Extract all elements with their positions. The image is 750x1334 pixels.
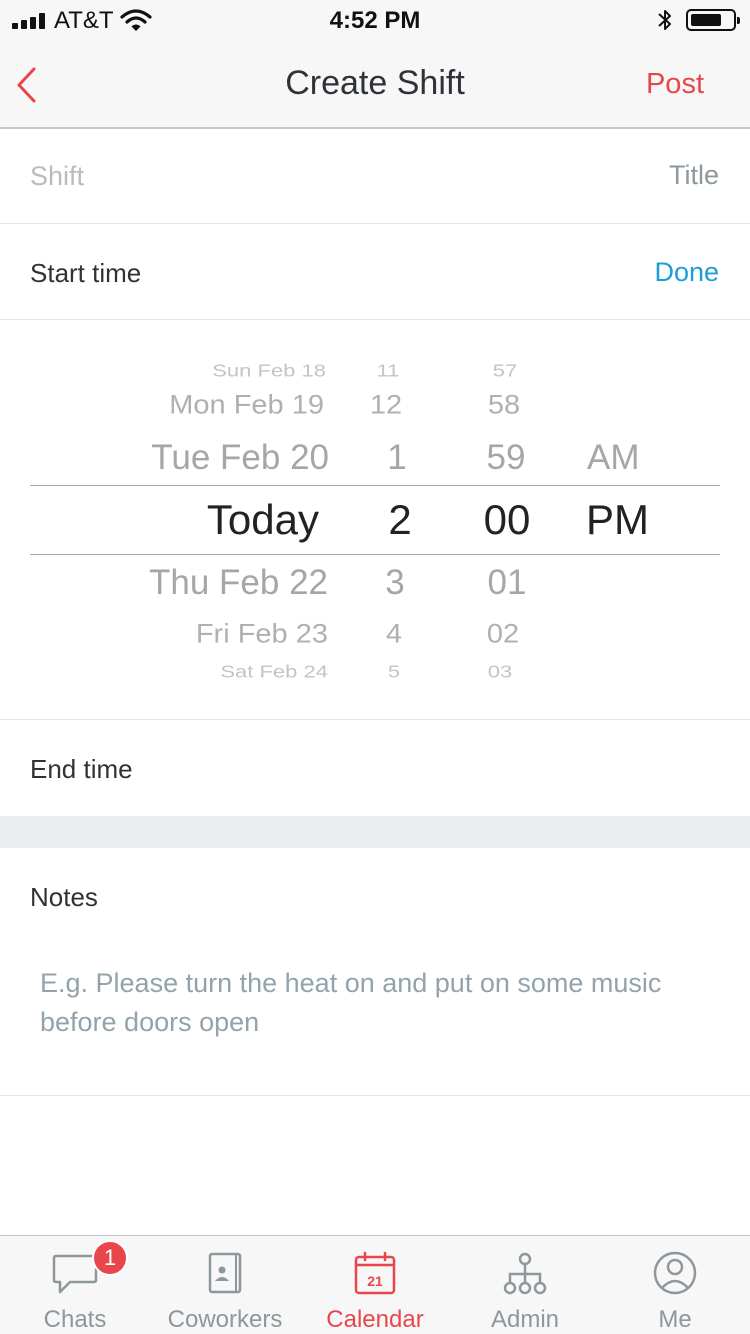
page-title: Create Shift: [285, 64, 465, 102]
picker-selection-bottom-line: [30, 554, 720, 555]
picker-day-selected[interactable]: Today: [207, 499, 319, 541]
tab-label: Coworkers: [167, 1306, 283, 1333]
shift-title-input[interactable]: [30, 155, 550, 197]
notes-section: Notes: [0, 848, 750, 1096]
picker-minute-option[interactable]: 59: [456, 440, 556, 475]
picker-hour-option[interactable]: 3: [350, 565, 440, 600]
status-time: 4:52 PM: [329, 7, 421, 34]
picker-minute-selected[interactable]: 00: [457, 499, 557, 541]
calendar-icon-day: 21: [367, 1273, 383, 1289]
end-time-label: End time: [30, 754, 133, 784]
picker-hour-option[interactable]: 5: [349, 663, 439, 681]
picker-hour-selected[interactable]: 2: [355, 499, 445, 541]
tab-label: Me: [658, 1306, 692, 1333]
tab-coworkers[interactable]: Coworkers: [150, 1236, 300, 1334]
tab-admin[interactable]: Admin: [450, 1236, 600, 1334]
title-label: Title: [668, 160, 719, 190]
tab-chats[interactable]: 1 Chats: [0, 1236, 150, 1334]
picker-minute-option[interactable]: 58: [454, 392, 554, 419]
picker-day-option[interactable]: Mon Feb 19: [169, 392, 324, 419]
picker-day-option[interactable]: Thu Feb 22: [149, 565, 328, 600]
shift-title-row: Title: [0, 129, 750, 224]
tab-bar: 1 Chats Coworkers 21 Calendar Admin Me: [0, 1235, 750, 1334]
bluetooth-icon: [658, 10, 671, 30]
picker-minute-option[interactable]: 03: [450, 663, 550, 681]
calendar-icon: 21: [354, 1251, 396, 1295]
post-button[interactable]: Post: [646, 68, 704, 101]
user-circle-icon: [653, 1251, 697, 1295]
start-time-row[interactable]: Start time Done: [0, 224, 750, 320]
picker-hour-option[interactable]: 4: [349, 621, 439, 648]
status-bar: AT&T 4:52 PM: [0, 0, 750, 40]
org-chart-icon: [503, 1252, 547, 1295]
chevron-left-icon[interactable]: [12, 62, 42, 108]
picker-hour-option[interactable]: 12: [341, 392, 431, 419]
notes-label: Notes: [30, 882, 98, 912]
picker-selection-top-line: [30, 485, 720, 486]
picker-day-option[interactable]: Fri Feb 23: [196, 621, 328, 648]
tab-calendar[interactable]: 21 Calendar: [300, 1236, 450, 1334]
start-time-picker[interactable]: Sun Feb 18 Mon Feb 19 Tue Feb 20 Today T…: [0, 320, 750, 720]
picker-day-option[interactable]: Sat Feb 24: [220, 663, 328, 681]
picker-period-option[interactable]: AM: [587, 440, 640, 475]
nav-bar: Create Shift Post: [0, 40, 750, 129]
picker-hour-option[interactable]: 1: [352, 440, 442, 475]
picker-period-selected[interactable]: PM: [586, 499, 649, 541]
battery-icon: [686, 9, 740, 31]
tab-label: Calendar: [326, 1306, 424, 1333]
tab-label: Admin: [490, 1306, 560, 1333]
picker-day-option[interactable]: Sun Feb 18: [212, 362, 326, 380]
picker-day-option[interactable]: Tue Feb 20: [151, 440, 329, 475]
start-time-label: Start time: [30, 258, 142, 288]
end-time-row[interactable]: End time: [0, 720, 750, 816]
contacts-book-icon: [208, 1252, 242, 1294]
notes-textarea[interactable]: [40, 964, 730, 1074]
picker-minute-option[interactable]: 57: [455, 362, 555, 380]
picker-hour-option[interactable]: 11: [343, 362, 433, 380]
picker-minute-option[interactable]: 02: [453, 621, 553, 648]
tab-label: Chats: [43, 1306, 107, 1333]
done-button[interactable]: Done: [654, 257, 719, 288]
section-divider: [0, 816, 750, 848]
chats-unread-badge: 1: [92, 1240, 128, 1276]
picker-minute-option[interactable]: 01: [457, 565, 557, 600]
tab-me[interactable]: Me: [600, 1236, 750, 1334]
